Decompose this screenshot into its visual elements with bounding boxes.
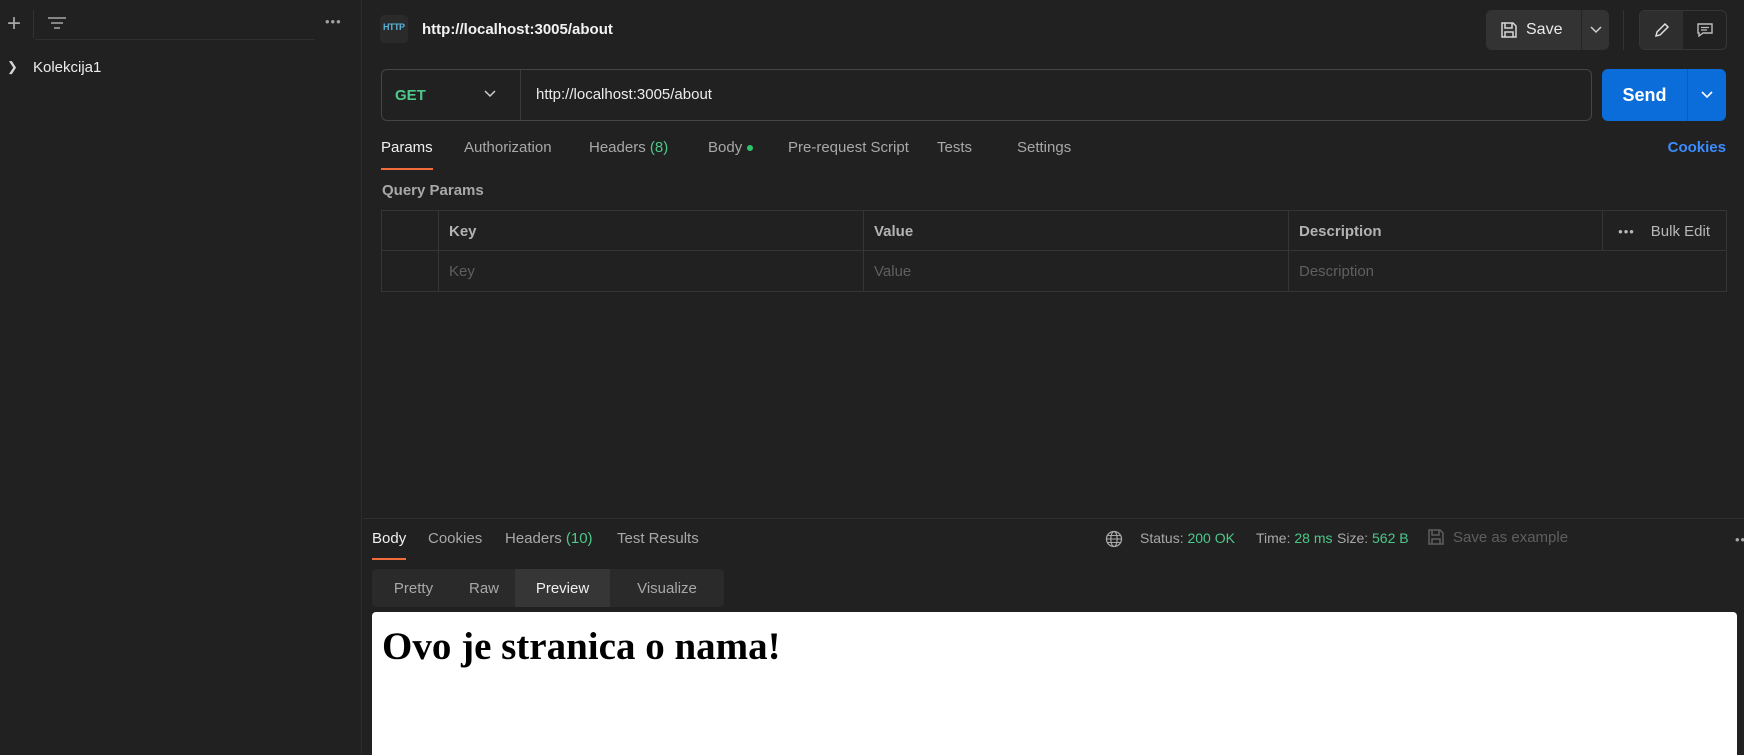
- edit-mode-button[interactable]: [1640, 11, 1683, 49]
- tab-headers-label: Headers: [589, 139, 646, 156]
- size-label: Size:: [1337, 530, 1369, 546]
- divider: [1623, 10, 1624, 50]
- globe-icon[interactable]: [1105, 530, 1123, 548]
- request-tabs: Params Authorization Headers (8) Body Pr…: [381, 139, 1744, 170]
- bulk-edit-button[interactable]: ••• Bulk Edit: [1618, 211, 1710, 251]
- status-value: 200 OK: [1187, 530, 1235, 546]
- tab-test-results[interactable]: Test Results: [617, 530, 699, 547]
- status-label: Status:: [1140, 530, 1184, 546]
- save-options-button[interactable]: [1581, 10, 1609, 50]
- preview-heading: Ovo je stranica o nama!: [382, 625, 781, 668]
- method-select[interactable]: GET: [382, 70, 521, 120]
- tab-response-body[interactable]: Body: [372, 530, 407, 560]
- request-title[interactable]: http://localhost:3005/about: [422, 21, 613, 38]
- view-raw[interactable]: Raw: [455, 569, 513, 607]
- save-icon: [1428, 529, 1444, 545]
- divider: [33, 10, 34, 38]
- response-more-icon[interactable]: •••: [1735, 532, 1744, 547]
- collection-item[interactable]: ❯ Kolekcija1: [0, 56, 362, 78]
- column-header-value: Value: [863, 211, 1288, 251]
- time-value: 28 ms: [1294, 530, 1333, 546]
- tab-response-headers-label: Headers: [505, 530, 562, 547]
- column-header-description: Description: [1288, 211, 1603, 251]
- param-value-input[interactable]: Value: [863, 251, 1288, 291]
- comment-icon: [1696, 23, 1713, 38]
- query-params-table: Key Value Description ••• Bulk Edit Key …: [381, 210, 1727, 292]
- save-as-example-label: Save as example: [1453, 528, 1569, 546]
- save-icon: [1501, 22, 1517, 38]
- filter-icon[interactable]: [47, 16, 67, 32]
- save-as-example-button[interactable]: Save as example: [1427, 528, 1568, 546]
- column-header-key: Key: [438, 211, 864, 251]
- response-divider[interactable]: [363, 518, 1744, 519]
- request-header: HTTP http://localhost:3005/about Save: [363, 8, 1744, 52]
- sidebar: + ••• ❯ Kolekcija1: [0, 0, 362, 755]
- response-tabs: Body Cookies Headers (10) Test Results: [372, 530, 1072, 560]
- status-readout[interactable]: Status: 200 OK: [1140, 530, 1235, 546]
- more-icon[interactable]: •••: [1618, 224, 1635, 239]
- chevron-down-icon: [1589, 26, 1602, 34]
- table-header-row: Key Value Description ••• Bulk Edit: [382, 211, 1726, 251]
- tab-prerequest-script[interactable]: Pre-request Script: [788, 139, 909, 156]
- chevron-down-icon: [484, 90, 496, 98]
- tab-authorization[interactable]: Authorization: [464, 139, 552, 156]
- tab-body[interactable]: Body: [708, 139, 754, 156]
- response-preview: Ovo je stranica o nama!: [372, 612, 1737, 755]
- send-button[interactable]: Send: [1602, 69, 1726, 121]
- time-label: Time:: [1256, 530, 1291, 546]
- url-input[interactable]: http://localhost:3005/about: [536, 86, 712, 103]
- collection-label: Kolekcija1: [33, 58, 102, 76]
- param-key-input[interactable]: Key: [438, 251, 864, 291]
- tab-params[interactable]: Params: [381, 139, 433, 170]
- view-mode-toggle: [1639, 10, 1727, 50]
- body-indicator-dot: [747, 145, 754, 152]
- tab-settings[interactable]: Settings: [1017, 139, 1071, 156]
- chevron-right-icon[interactable]: ❯: [7, 59, 21, 75]
- sidebar-toolbar: + •••: [0, 0, 362, 48]
- view-visualize[interactable]: Visualize: [610, 569, 724, 607]
- query-params-title: Query Params: [382, 182, 484, 199]
- tab-body-label: Body: [708, 139, 743, 156]
- response-view-selector: Pretty Raw Preview Visualize: [372, 569, 724, 607]
- pencil-icon: [1654, 22, 1669, 38]
- comments-button[interactable]: [1683, 11, 1726, 49]
- response-meta: Status: 200 OK Time: 28 ms Size: 562 B S…: [1105, 528, 1744, 550]
- bulk-edit-label: Bulk Edit: [1650, 222, 1710, 240]
- size-readout[interactable]: Size: 562 B: [1337, 530, 1409, 546]
- param-description-input[interactable]: Description: [1288, 251, 1728, 291]
- add-icon[interactable]: +: [4, 10, 24, 37]
- send-options-button[interactable]: [1687, 69, 1726, 121]
- response-headers-count: (10): [565, 530, 593, 547]
- chevron-down-icon: [1701, 91, 1713, 99]
- send-label: Send: [1622, 84, 1667, 105]
- tab-tests[interactable]: Tests: [937, 139, 972, 156]
- headers-count: (8): [649, 139, 669, 156]
- tab-headers[interactable]: Headers (8): [589, 139, 668, 156]
- filter-input[interactable]: [35, 8, 315, 40]
- main-panel: HTTP http://localhost:3005/about Save GE…: [363, 0, 1744, 755]
- cookies-link[interactable]: Cookies: [1668, 139, 1726, 156]
- sidebar-more-icon[interactable]: •••: [325, 14, 342, 29]
- save-label: Save: [1526, 21, 1563, 38]
- view-preview[interactable]: Preview: [515, 569, 610, 607]
- url-bar: GET http://localhost:3005/about: [381, 69, 1592, 121]
- tab-response-headers[interactable]: Headers (10): [505, 530, 593, 547]
- size-value: 562 B: [1372, 530, 1409, 546]
- table-row: Key Value Description: [382, 251, 1726, 291]
- tab-response-cookies[interactable]: Cookies: [428, 530, 482, 547]
- view-pretty[interactable]: Pretty: [372, 569, 455, 607]
- time-readout[interactable]: Time: 28 ms: [1256, 530, 1333, 546]
- method-label: GET: [395, 87, 426, 104]
- http-request-icon: HTTP: [380, 15, 408, 43]
